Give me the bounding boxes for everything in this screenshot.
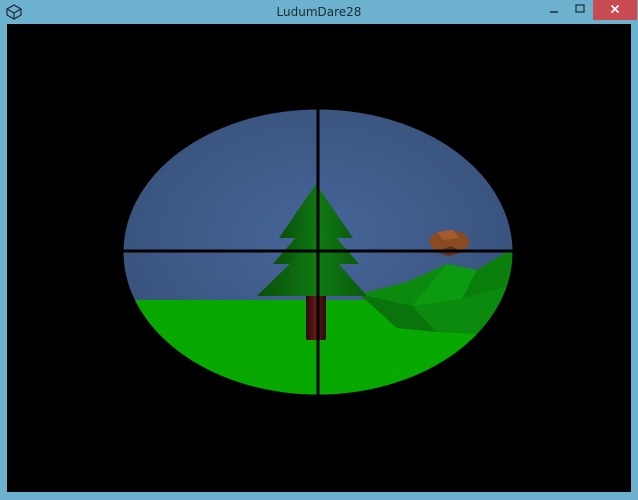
- maximize-button[interactable]: [567, 0, 593, 20]
- maximize-icon: [575, 3, 585, 17]
- minimize-icon: [549, 4, 559, 17]
- minimize-button[interactable]: [541, 0, 567, 20]
- close-icon: [610, 4, 620, 17]
- game-window: LudumDare28: [0, 0, 638, 500]
- title-bar[interactable]: LudumDare28: [0, 0, 638, 24]
- close-button[interactable]: [593, 0, 637, 20]
- scope-scene: [7, 24, 631, 492]
- game-viewport[interactable]: [7, 24, 631, 492]
